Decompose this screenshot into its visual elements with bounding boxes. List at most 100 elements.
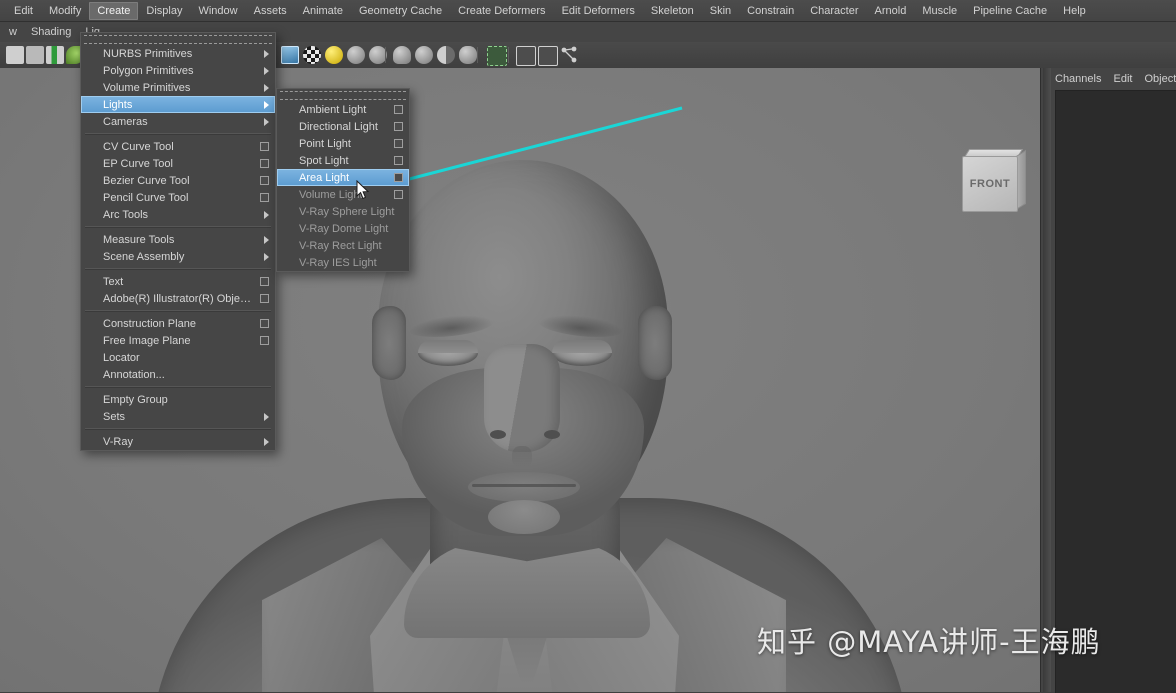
create-item-cameras[interactable]: Cameras: [81, 113, 275, 130]
create-item-volume-primitives[interactable]: Volume Primitives: [81, 79, 275, 96]
menu-display[interactable]: Display: [138, 2, 190, 20]
menu-window[interactable]: Window: [190, 2, 245, 20]
menu-modify[interactable]: Modify: [41, 2, 89, 20]
panel-menu-shading[interactable]: Shading: [24, 25, 78, 39]
channelbox-tab-channels[interactable]: Channels: [1055, 73, 1101, 85]
snapshot-icon[interactable]: [26, 46, 44, 64]
channelbox-tab-edit[interactable]: Edit: [1113, 73, 1132, 85]
create-item-lights[interactable]: Lights: [81, 96, 275, 113]
sphere-gray-icon[interactable]: [347, 46, 365, 64]
lights-submenu[interactable]: Ambient Light Directional Light Point Ligh…: [276, 88, 410, 272]
submenu-tearoff-handle[interactable]: [280, 91, 406, 100]
document-icon[interactable]: [6, 46, 24, 64]
maya-application-window: Edit Modify Create Display Window Assets Anima…: [0, 0, 1176, 693]
lights-item-v-ray-ies-light[interactable]: V-Ray IES Light: [277, 254, 409, 271]
menu-help[interactable]: Help: [1055, 2, 1094, 20]
lights-item-v-ray-rect-light[interactable]: V-Ray Rect Light: [277, 237, 409, 254]
create-item-text[interactable]: Text: [81, 273, 275, 290]
create-dropdown-menu[interactable]: NURBS Primitives Polygon Primitives Volume…: [80, 32, 276, 451]
lights-item-v-ray-dome-light[interactable]: V-Ray Dome Light: [277, 220, 409, 237]
option-box-icon[interactable]: [394, 173, 403, 182]
menu-muscle[interactable]: Muscle: [914, 2, 965, 20]
create-item-cv-curve-tool[interactable]: CV Curve Tool: [81, 138, 275, 155]
option-box-icon[interactable]: [260, 294, 269, 303]
menu-assets[interactable]: Assets: [246, 2, 295, 20]
menu-animate[interactable]: Animate: [295, 2, 351, 20]
option-box-icon[interactable]: [394, 122, 403, 131]
option-box-icon[interactable]: [260, 159, 269, 168]
lights-item-v-ray-sphere-light[interactable]: V-Ray Sphere Light: [277, 203, 409, 220]
panel-scrollbar[interactable]: [1043, 68, 1051, 692]
chevron-right-icon: [264, 100, 269, 109]
menu-create[interactable]: Create: [89, 1, 139, 20]
checker-ball-icon[interactable]: [303, 46, 321, 64]
option-box-icon[interactable]: [260, 142, 269, 151]
option-box-icon[interactable]: [260, 336, 269, 345]
create-item-nurbs-primitives[interactable]: NURBS Primitives: [81, 45, 275, 62]
menu-tearoff-handle[interactable]: [84, 35, 272, 44]
option-box-icon[interactable]: [394, 190, 403, 199]
create-item-v-ray[interactable]: V-Ray: [81, 433, 275, 450]
view-cube[interactable]: FRONT: [962, 149, 1026, 212]
menu-constrain[interactable]: Constrain: [739, 2, 802, 20]
option-box-icon[interactable]: [394, 139, 403, 148]
create-item-construction-plane[interactable]: Construction Plane: [81, 315, 275, 332]
bounding-box-icon[interactable]: [538, 46, 558, 66]
lights-item-volume-light[interactable]: Volume Light: [277, 186, 409, 203]
create-item-ep-curve-tool[interactable]: EP Curve Tool: [81, 155, 275, 172]
sphere-rough-icon[interactable]: [459, 46, 477, 64]
create-item-empty-group[interactable]: Empty Group: [81, 391, 275, 408]
create-item-scene-assembly[interactable]: Scene Assembly: [81, 248, 275, 265]
model-chin: [488, 500, 560, 534]
menu-item-label: Measure Tools: [103, 233, 175, 246]
menu-pipeline-cache[interactable]: Pipeline Cache: [965, 2, 1055, 20]
view-cube-front-face[interactable]: FRONT: [962, 156, 1018, 212]
menu-geometry-cache[interactable]: Geometry Cache: [351, 2, 450, 20]
option-box-icon[interactable]: [260, 193, 269, 202]
sphere-half-icon[interactable]: [437, 46, 455, 64]
menu-create-deformers[interactable]: Create Deformers: [450, 2, 553, 20]
book-icon[interactable]: [46, 46, 64, 64]
dome-light-icon[interactable]: [393, 46, 411, 64]
menu-edit[interactable]: Edit: [6, 2, 41, 20]
create-item-polygon-primitives[interactable]: Polygon Primitives: [81, 62, 275, 79]
menu-skin[interactable]: Skin: [702, 2, 739, 20]
menu-arnold[interactable]: Arnold: [867, 2, 915, 20]
hierarchy-icon[interactable]: [560, 46, 578, 64]
panel-menu-w[interactable]: w: [2, 25, 24, 39]
menu-item-label: Cameras: [103, 115, 148, 128]
channelbox-tab-object[interactable]: Object: [1144, 73, 1176, 85]
option-box-icon[interactable]: [260, 176, 269, 185]
create-item-bezier-curve-tool[interactable]: Bezier Curve Tool: [81, 172, 275, 189]
lights-item-ambient-light[interactable]: Ambient Light: [277, 101, 409, 118]
create-item-annotation[interactable]: Annotation...: [81, 366, 275, 383]
create-item-free-image-plane[interactable]: Free Image Plane: [81, 332, 275, 349]
model-ear-left: [372, 306, 406, 380]
menu-skeleton[interactable]: Skeleton: [643, 2, 702, 20]
create-item-locator[interactable]: Locator: [81, 349, 275, 366]
lights-item-area-light[interactable]: Area Light: [277, 169, 409, 186]
channel-box-body[interactable]: [1055, 90, 1176, 693]
menu-item-label: Construction Plane: [103, 317, 196, 330]
lights-item-spot-light[interactable]: Spot Light: [277, 152, 409, 169]
cube-blue-icon[interactable]: [281, 46, 299, 64]
lights-item-point-light[interactable]: Point Light: [277, 135, 409, 152]
menu-item-label: V-Ray Rect Light: [299, 239, 382, 252]
create-item-pencil-curve-tool[interactable]: Pencil Curve Tool: [81, 189, 275, 206]
option-box-icon[interactable]: [394, 105, 403, 114]
menu-edit-deformers[interactable]: Edit Deformers: [554, 2, 643, 20]
option-box-icon[interactable]: [260, 319, 269, 328]
menu-character[interactable]: Character: [802, 2, 866, 20]
option-box-icon[interactable]: [260, 277, 269, 286]
lights-item-directional-light[interactable]: Directional Light: [277, 118, 409, 135]
option-box-icon[interactable]: [394, 156, 403, 165]
create-item-sets[interactable]: Sets: [81, 408, 275, 425]
sphere-matte-icon[interactable]: [415, 46, 433, 64]
create-item-arc-tools[interactable]: Arc Tools: [81, 206, 275, 223]
create-item-measure-tools[interactable]: Measure Tools: [81, 231, 275, 248]
create-item-adobe-r-illustrator-r-object[interactable]: Adobe(R) Illustrator(R) Object...: [81, 290, 275, 307]
light-yellow-icon[interactable]: [325, 46, 343, 64]
wireframe-cube-icon[interactable]: [516, 46, 536, 66]
select-region-icon[interactable]: [487, 46, 507, 66]
watermark-text: 知乎 @MAYA讲师-王海鹏: [757, 625, 1101, 659]
